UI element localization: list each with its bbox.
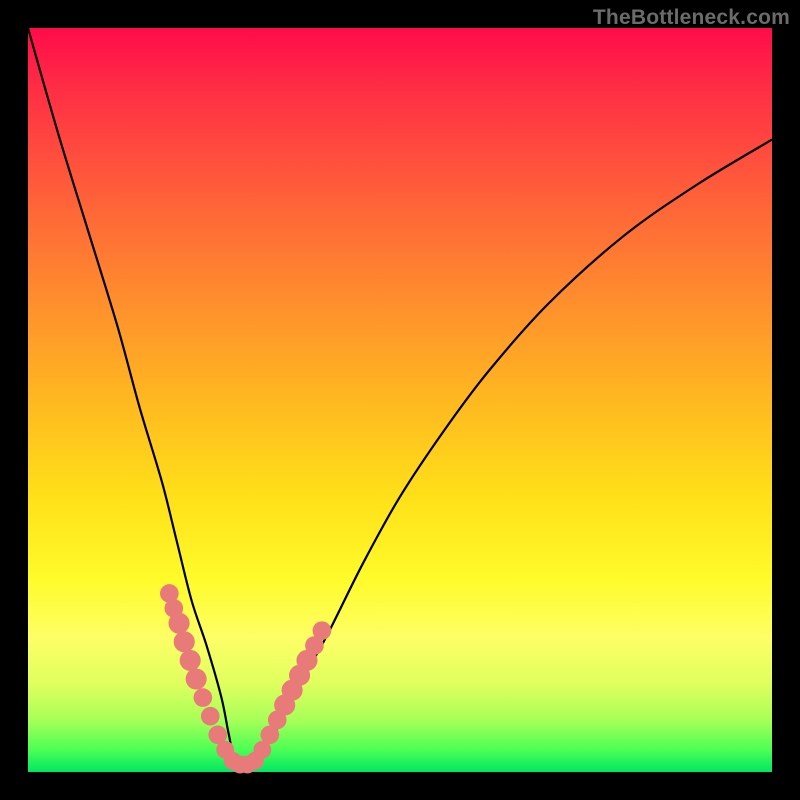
sample-marker xyxy=(168,613,189,634)
sample-marker xyxy=(201,707,220,726)
sample-marker xyxy=(186,668,207,689)
marker-group xyxy=(160,584,331,773)
watermark-text: TheBottleneck.com xyxy=(593,6,790,30)
sample-marker xyxy=(180,650,201,671)
outer-frame: TheBottleneck.com xyxy=(0,0,800,800)
chart-svg xyxy=(28,28,772,772)
bottleneck-curve xyxy=(28,28,772,768)
sample-marker xyxy=(174,631,195,652)
sample-marker xyxy=(194,688,213,707)
sample-marker xyxy=(313,621,332,640)
curve-group xyxy=(28,28,772,768)
plot-area xyxy=(28,28,772,772)
